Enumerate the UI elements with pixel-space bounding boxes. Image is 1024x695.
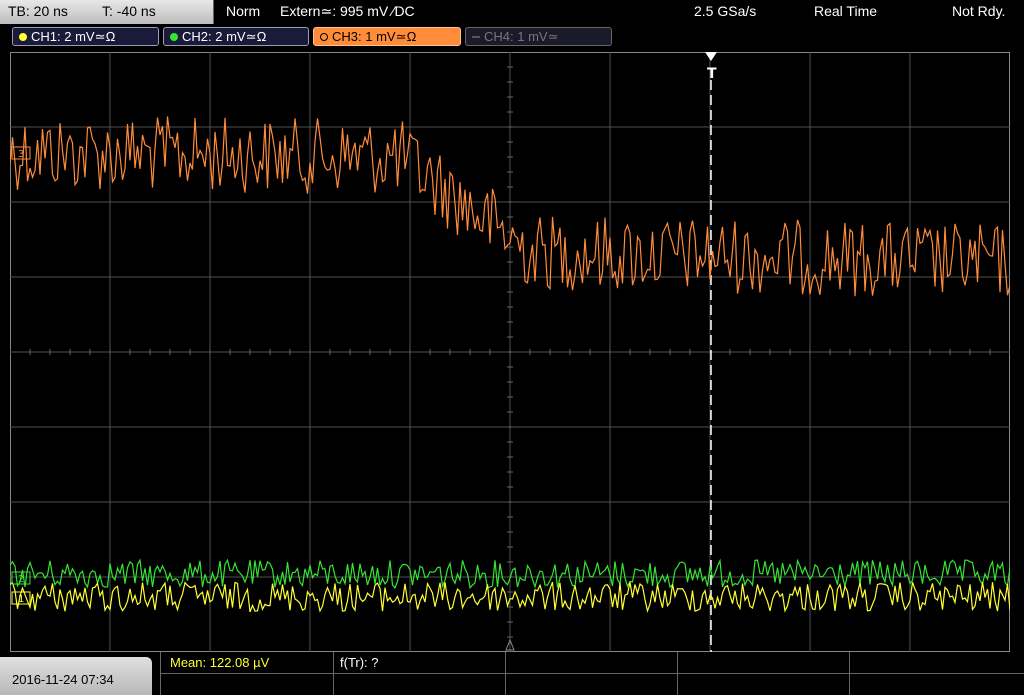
graticule bbox=[10, 52, 1010, 652]
ch2-color-dot bbox=[170, 33, 178, 41]
channel-tab-label: CH2: 2 mV≃Ω bbox=[182, 29, 267, 44]
channel-tab-label: CH1: 2 mV≃Ω bbox=[31, 29, 116, 44]
trigger-mode[interactable]: Norm bbox=[226, 3, 260, 19]
meas-cell-divider bbox=[160, 652, 161, 695]
channel-tab-label: CH3: 1 mV≃Ω bbox=[332, 29, 417, 44]
mean-measurement[interactable]: Mean: 122.08 µV bbox=[170, 655, 269, 670]
timebase-box[interactable]: TB: 20 ns T: -40 ns bbox=[0, 0, 214, 24]
ftr-measurement[interactable]: f(Tr): ? bbox=[340, 655, 379, 670]
meas-cell-divider bbox=[677, 652, 678, 695]
ch4-off-icon bbox=[472, 36, 480, 38]
channel-tab-label: CH4: 1 mV≃ bbox=[484, 29, 559, 44]
ch3-color-dot bbox=[320, 33, 328, 41]
ch1-offset-marker[interactable]: 1 bbox=[11, 591, 31, 605]
trigger-source[interactable]: Extern≃: 995 mV ∕DC bbox=[280, 3, 415, 20]
datetime-value: 2016-11-24 07:34 bbox=[12, 672, 114, 687]
acquisition-mode[interactable]: Real Time bbox=[814, 3, 877, 19]
trigger-time-value: T: -40 ns bbox=[102, 3, 156, 19]
timebase-value: TB: 20 ns bbox=[8, 3, 68, 19]
channel-tab-ch4[interactable]: CH4: 1 mV≃ bbox=[465, 27, 612, 46]
trigger-position-marker[interactable]: T bbox=[705, 52, 717, 82]
ch1-color-dot bbox=[19, 33, 27, 41]
channel-tab-ch2[interactable]: CH2: 2 mV≃Ω bbox=[163, 27, 309, 46]
ch1-marker-label: 1 bbox=[18, 594, 24, 605]
meas-cell-divider bbox=[333, 652, 334, 695]
sample-rate[interactable]: 2.5 GSa/s bbox=[694, 3, 756, 19]
waveform-display[interactable]: 3 2 1 T bbox=[10, 52, 1010, 652]
channel-tab-ch1[interactable]: CH1: 2 mV≃Ω bbox=[12, 27, 159, 46]
channel-tab-ch3[interactable]: CH3: 1 mV≃Ω bbox=[313, 27, 461, 46]
measurement-bar[interactable]: Mean: 122.08 µV f(Tr): ? bbox=[160, 652, 1024, 695]
ch2-marker-label: 2 bbox=[18, 574, 24, 585]
datetime-box: 2016-11-24 07:34 bbox=[0, 657, 152, 695]
meas-cell-divider bbox=[849, 652, 850, 695]
measurement-divider bbox=[160, 673, 1024, 674]
trigger-marker-label: T bbox=[707, 66, 717, 82]
meas-cell-divider bbox=[505, 652, 506, 695]
ch3-marker-label: 3 bbox=[18, 149, 24, 160]
status-bar: TB: 20 ns T: -40 ns Norm Extern≃: 995 mV… bbox=[0, 0, 1024, 24]
run-status: Not Rdy. bbox=[952, 3, 1006, 19]
